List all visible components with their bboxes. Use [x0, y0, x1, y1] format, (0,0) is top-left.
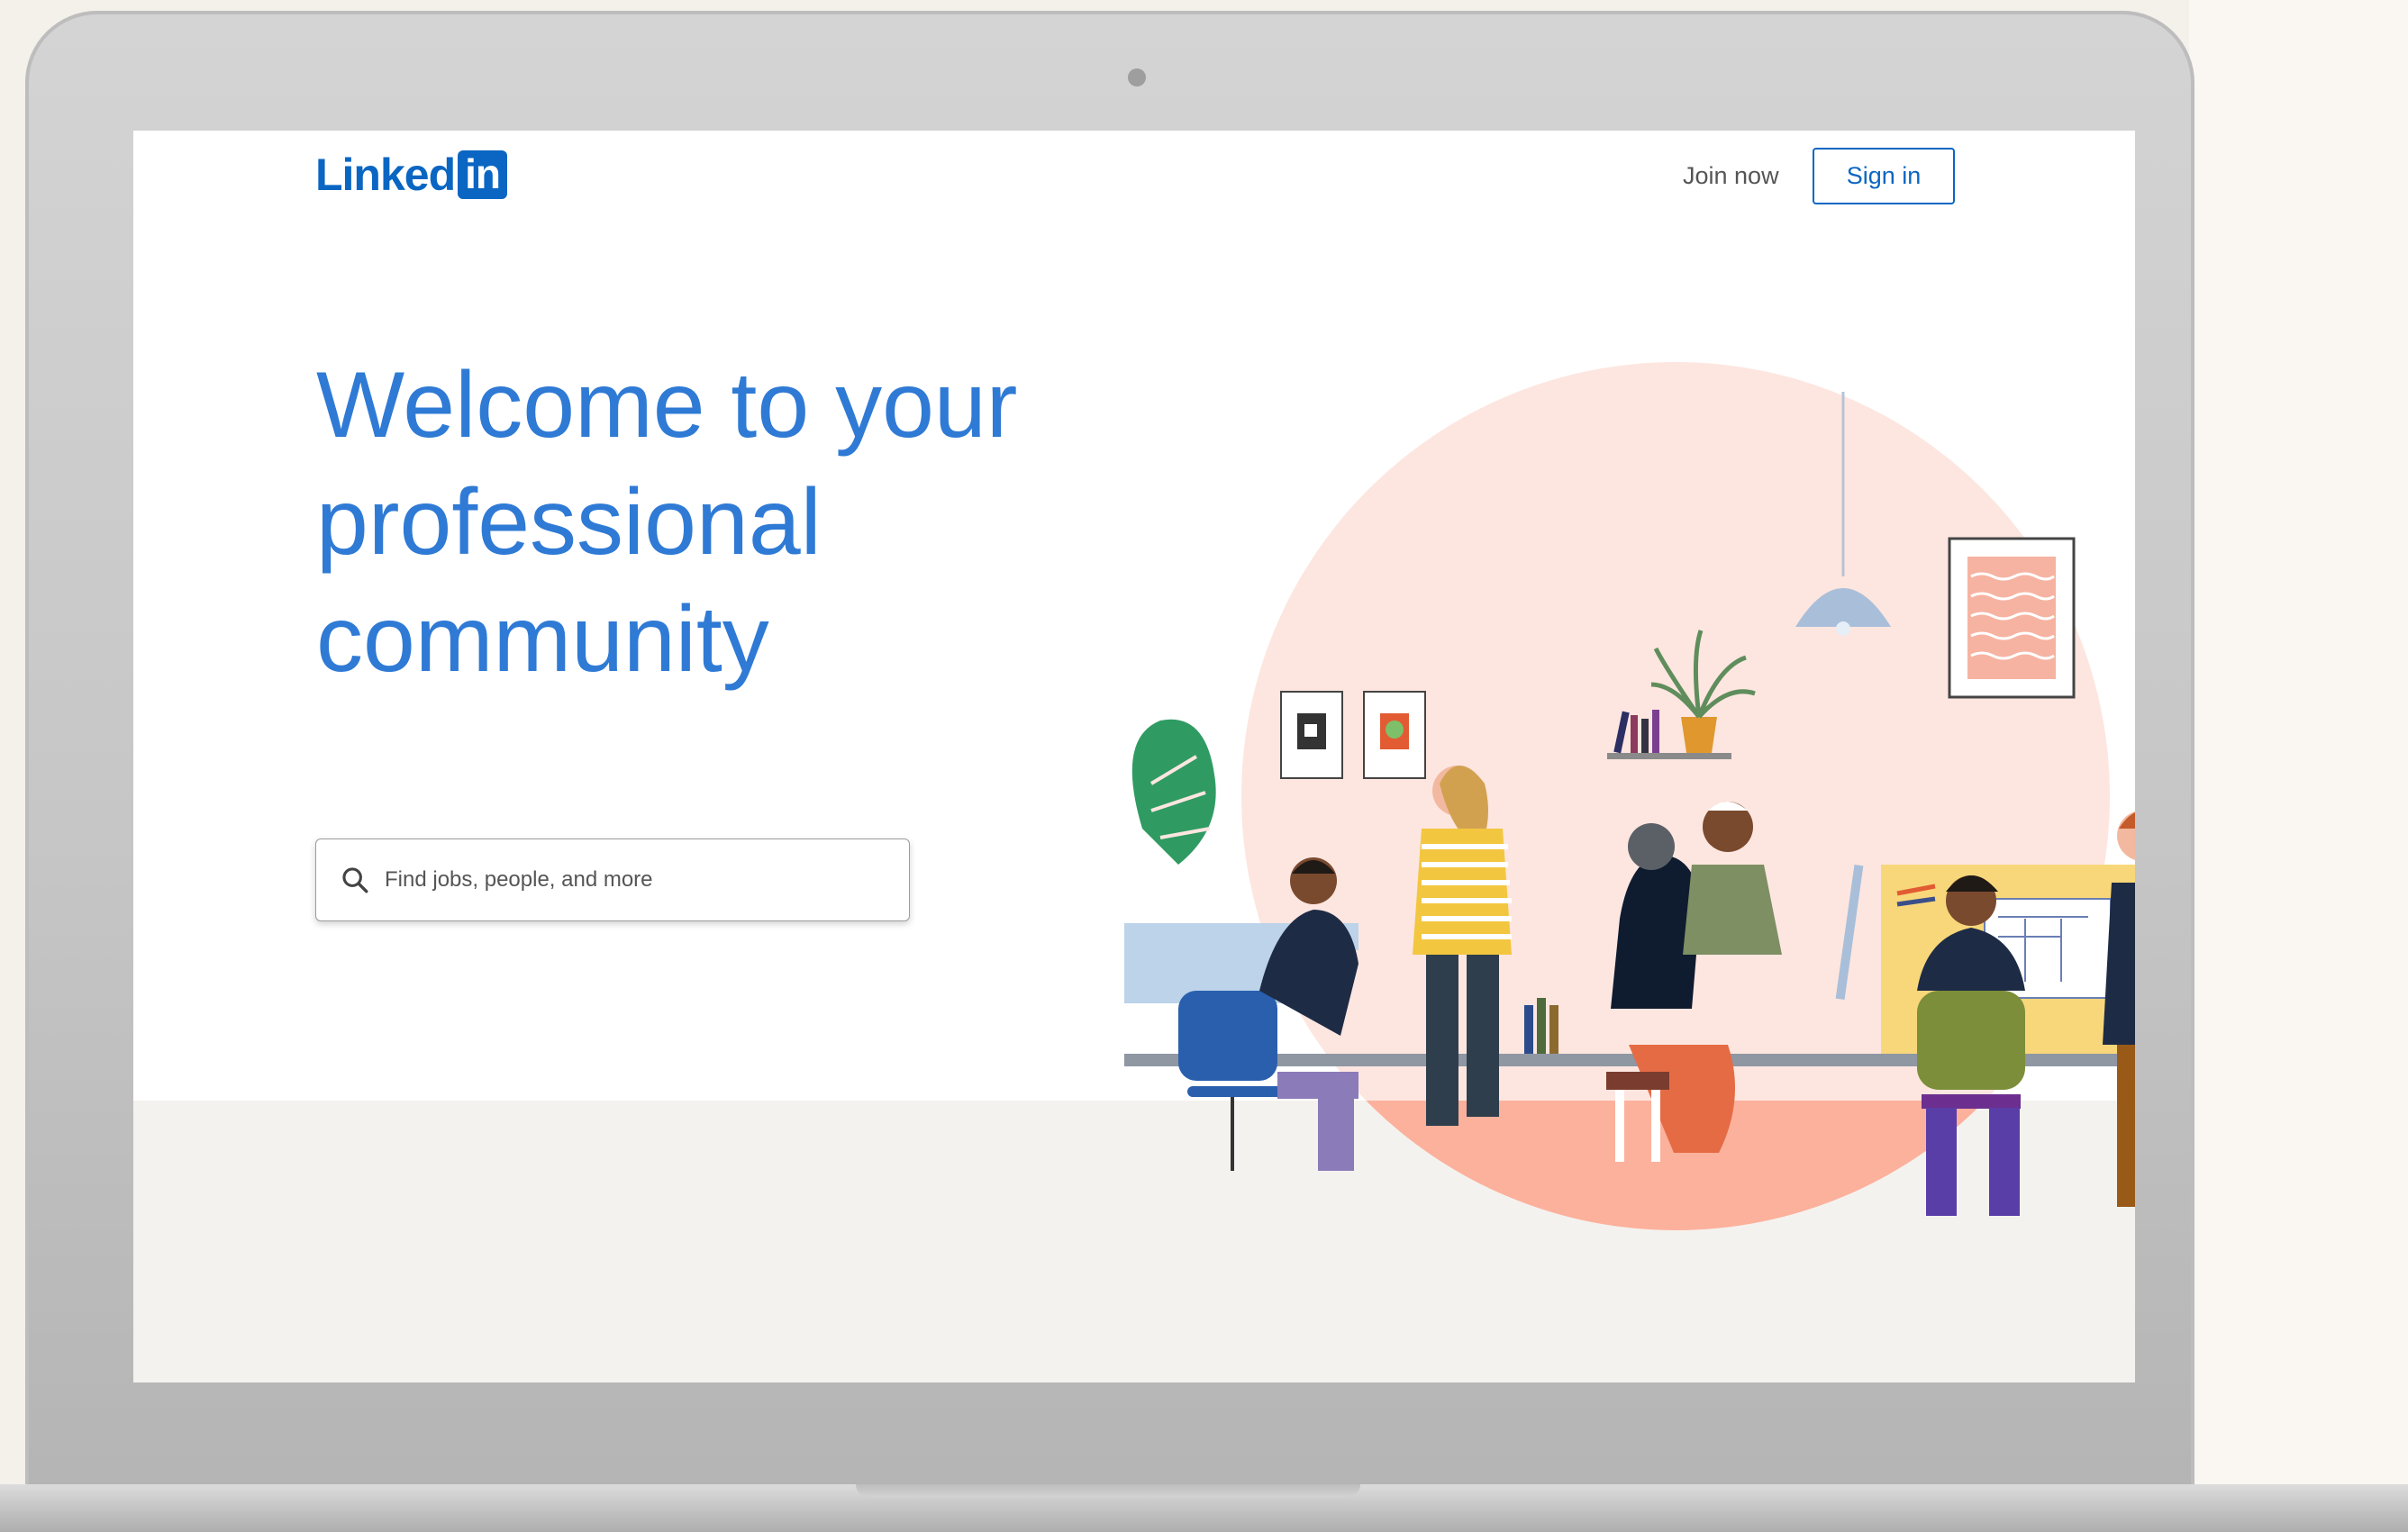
title-line-2: professional: [316, 470, 822, 575]
search-icon: [342, 867, 368, 893]
title-line-3: community: [316, 587, 769, 692]
logo-wordmark: Linked: [315, 150, 456, 200]
blue-chair: [1178, 991, 1277, 1081]
linkedin-logo[interactable]: Linked in: [315, 150, 508, 200]
search-box[interactable]: [315, 839, 910, 921]
illustration-floor: [1241, 1101, 2110, 1230]
sign-in-button[interactable]: Sign in: [1813, 148, 1955, 204]
green-chair: [1917, 991, 2025, 1090]
plant-pot: [1681, 717, 1717, 753]
camera-dot: [1128, 68, 1146, 86]
join-now-link[interactable]: Join now: [1683, 162, 1779, 190]
browser-screen: Linked in Join now Sign in Welcome to yo…: [133, 131, 2135, 1382]
office-illustration: [1124, 362, 2135, 1230]
search-input[interactable]: [383, 866, 909, 893]
page-title: Welcome to your professional community: [316, 347, 1127, 698]
background-right: [2189, 0, 2408, 1532]
logo-in-box: in: [458, 150, 508, 199]
laptop-frame: Linked in Join now Sign in Welcome to yo…: [25, 11, 2194, 1506]
title-line-1: Welcome to your: [316, 353, 1018, 458]
laptop-notch: [856, 1484, 1360, 1497]
